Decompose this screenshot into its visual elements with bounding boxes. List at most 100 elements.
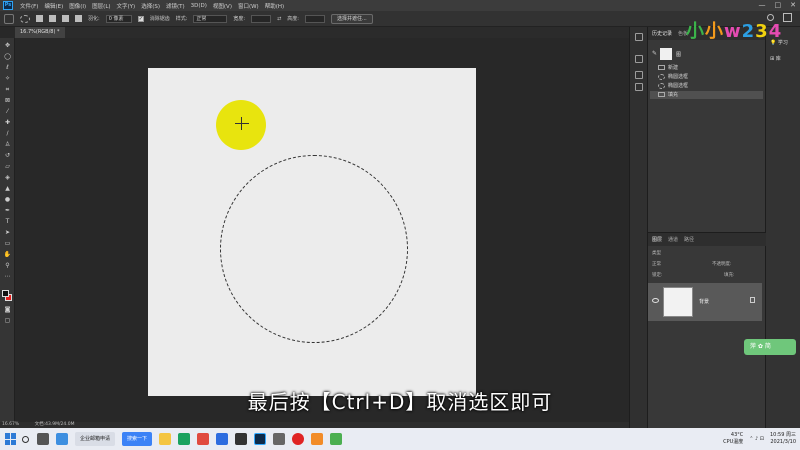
- menu-filter[interactable]: 滤镜(T): [163, 2, 188, 10]
- lasso-tool-icon[interactable]: ℓ: [3, 64, 12, 71]
- brush-tool-icon[interactable]: ∕: [3, 130, 12, 137]
- tab-layers[interactable]: 图层: [652, 236, 662, 243]
- app-icon-blue[interactable]: [216, 433, 229, 445]
- menu-layer[interactable]: 图层(L): [89, 2, 113, 10]
- layer-kind-filter[interactable]: 类型: [652, 250, 661, 258]
- quick-mask-icon[interactable]: ◙: [3, 306, 12, 313]
- history-brush-tool-icon[interactable]: ↺: [3, 152, 12, 159]
- file-explorer-icon[interactable]: [159, 433, 172, 445]
- subtract-selection-icon[interactable]: [62, 15, 69, 22]
- document-canvas[interactable]: [148, 68, 476, 396]
- zoom-tool-icon[interactable]: ⚲: [3, 262, 12, 269]
- rectangle-tool-icon[interactable]: ▭: [3, 240, 12, 247]
- select-and-mask-button[interactable]: 选择并遮住...: [330, 13, 373, 24]
- feather-input[interactable]: 0 像素: [105, 14, 132, 23]
- maximize-button[interactable]: □: [775, 1, 782, 9]
- history-panel-icon[interactable]: [635, 33, 643, 41]
- tray-icons[interactable]: ⌃ ♪ ⊡: [749, 436, 764, 442]
- canvas-area[interactable]: [15, 38, 629, 422]
- healing-brush-tool-icon[interactable]: ✚: [3, 119, 12, 126]
- blend-mode-select[interactable]: 正常: [652, 261, 661, 269]
- new-selection-icon[interactable]: [36, 15, 43, 22]
- tab-channels[interactable]: 通道: [668, 236, 678, 243]
- task-view-icon[interactable]: [37, 433, 49, 445]
- screen-mode-icon[interactable]: ▢: [3, 317, 12, 324]
- lock-icon[interactable]: [750, 297, 755, 303]
- history-snapshot[interactable]: ✎ 图: [652, 46, 760, 62]
- style-select[interactable]: 正常: [193, 14, 228, 23]
- width-input[interactable]: [251, 14, 272, 23]
- path-selection-tool-icon[interactable]: ➤: [3, 229, 12, 236]
- home-icon[interactable]: [4, 13, 14, 24]
- photoshop-logo-icon[interactable]: Ps: [3, 1, 13, 10]
- share-icon[interactable]: [783, 13, 792, 22]
- menu-view[interactable]: 视图(V): [210, 2, 235, 10]
- history-step[interactable]: 新建: [650, 64, 763, 72]
- taskbar-app-mail[interactable]: 企业邮箱申请: [75, 432, 116, 446]
- add-to-selection-icon[interactable]: [49, 15, 56, 22]
- info-panel-icon[interactable]: [635, 55, 643, 63]
- taskbar-search-icon[interactable]: [22, 435, 29, 443]
- zoom-level[interactable]: 16.67%: [2, 422, 19, 427]
- floating-badge[interactable]: 萍 ✿ 简: [744, 339, 796, 355]
- opacity-label[interactable]: 不透明度:: [712, 261, 732, 269]
- foreground-color-swatch[interactable]: [2, 290, 9, 297]
- paint-bucket-tool-icon[interactable]: ◈: [3, 174, 12, 181]
- menu-type[interactable]: 文字(Y): [114, 2, 139, 10]
- minimize-button[interactable]: —: [759, 1, 766, 9]
- type-tool-icon[interactable]: T: [3, 218, 12, 225]
- tab-paths[interactable]: 路径: [684, 236, 694, 243]
- menu-edit[interactable]: 编辑(E): [41, 2, 66, 10]
- menu-select[interactable]: 选择(S): [138, 2, 163, 10]
- eyedropper-tool-icon[interactable]: ⁄: [3, 108, 12, 115]
- tab-history[interactable]: 历史记录: [652, 30, 672, 37]
- history-step[interactable]: 椭圆选框: [650, 82, 763, 90]
- history-step-selected[interactable]: 填充: [650, 91, 763, 99]
- app-icon-chat[interactable]: [330, 433, 343, 445]
- app-icon-green[interactable]: [178, 433, 191, 445]
- history-step[interactable]: 椭圆选框: [650, 73, 763, 81]
- app-icon-record[interactable]: [292, 433, 305, 445]
- intersect-selection-icon[interactable]: [75, 15, 82, 22]
- library-button[interactable]: ⊞ 库: [770, 55, 781, 62]
- taskbar-search-button[interactable]: 搜索一下: [122, 432, 153, 446]
- menu-3d[interactable]: 3D(D): [188, 3, 210, 9]
- fill-label[interactable]: 填充:: [724, 272, 735, 280]
- eraser-tool-icon[interactable]: ▱: [3, 163, 12, 170]
- more-tools-icon[interactable]: ⋯: [3, 273, 12, 280]
- app-icon-orange[interactable]: [311, 433, 324, 445]
- windows-start-icon[interactable]: [5, 433, 17, 445]
- swap-icon[interactable]: ⇄: [277, 16, 281, 22]
- app-icon-red[interactable]: [197, 433, 210, 445]
- layer-row-background[interactable]: 背景: [648, 283, 762, 321]
- dodge-tool-icon[interactable]: ●: [3, 196, 12, 203]
- photoshop-taskbar-icon[interactable]: [254, 433, 267, 445]
- menu-file[interactable]: 文件(F): [17, 2, 41, 10]
- hand-tool-icon[interactable]: ✋: [3, 251, 12, 258]
- magic-wand-tool-icon[interactable]: ✧: [3, 75, 12, 82]
- pen-tool-icon[interactable]: ✒: [3, 207, 12, 214]
- document-tab[interactable]: 16.7%(RGB/8) *: [15, 27, 65, 38]
- antialias-checkbox[interactable]: ✓: [137, 15, 144, 22]
- snapshot-brush-icon[interactable]: ✎: [652, 50, 657, 57]
- clone-stamp-tool-icon[interactable]: ♙: [3, 141, 12, 148]
- adjustments-panel-icon[interactable]: [635, 71, 643, 79]
- menu-help[interactable]: 帮助(H): [262, 2, 287, 10]
- menu-window[interactable]: 窗口(W): [235, 2, 262, 10]
- crop-tool-icon[interactable]: ⌗: [3, 86, 12, 93]
- menu-image[interactable]: 图像(I): [66, 2, 89, 10]
- properties-panel-icon[interactable]: [635, 83, 643, 91]
- cpu-temperature[interactable]: 43°C CPU温度: [723, 432, 743, 446]
- move-tool-icon[interactable]: ✥: [3, 42, 12, 49]
- height-input[interactable]: [304, 14, 325, 23]
- visibility-eye-icon[interactable]: [652, 298, 659, 303]
- app-icon-gray[interactable]: [273, 433, 286, 445]
- frame-tool-icon[interactable]: ⊠: [3, 97, 12, 104]
- close-button[interactable]: ✕: [790, 1, 796, 9]
- ellipse-marquee-tool-icon[interactable]: ◯: [3, 53, 12, 60]
- ellipse-marquee-tool-preset-icon[interactable]: [20, 14, 30, 23]
- blur-tool-icon[interactable]: ▲: [3, 185, 12, 192]
- browser-icon[interactable]: [56, 433, 68, 445]
- clock[interactable]: 10:59 周三 2021/3/10: [770, 432, 796, 446]
- app-icon-dark[interactable]: [235, 433, 248, 445]
